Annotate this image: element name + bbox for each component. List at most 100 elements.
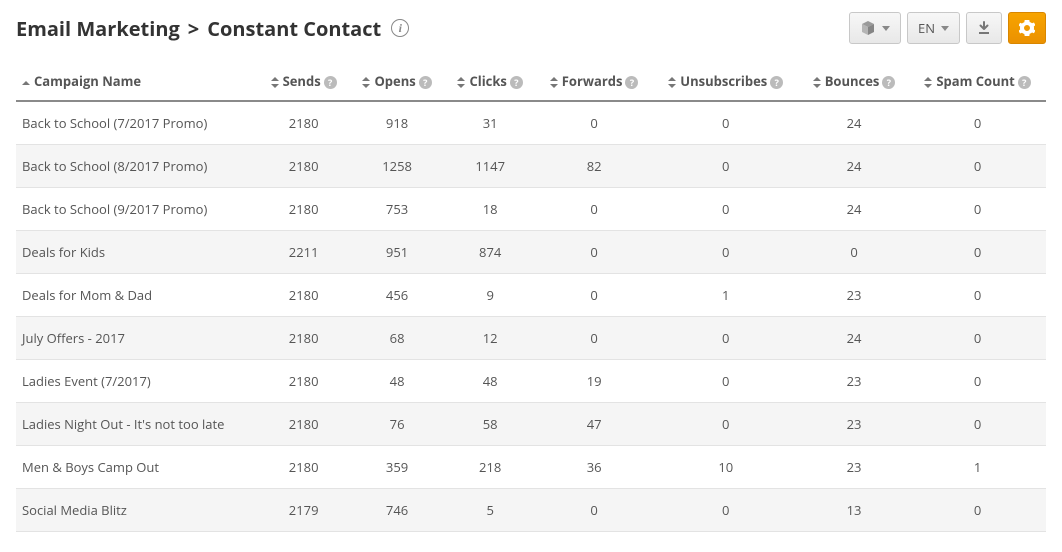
forwards-cell: 0 [536,231,653,274]
sort-icon [813,78,821,88]
spam-cell: 0 [909,360,1046,403]
column-header[interactable]: Spam Count? [909,62,1046,101]
spam-cell: 1 [909,446,1046,489]
forwards-cell: 19 [536,360,653,403]
breadcrumb-separator: > [188,15,199,42]
column-header[interactable]: Sends? [258,62,350,101]
column-header[interactable]: Forwards? [536,62,653,101]
help-icon[interactable]: ? [510,76,523,89]
download-button[interactable] [966,12,1002,44]
unsubs-cell: 0 [653,188,799,231]
spam-cell: 0 [909,145,1046,188]
clicks-cell: 31 [445,101,536,145]
table-row[interactable]: Back to School (9/2017 Promo)21807531800… [16,188,1046,231]
settings-button[interactable] [1008,12,1046,44]
sends-cell: 2179 [258,489,350,532]
column-label: Spam Count [936,72,1014,90]
caret-down-icon [941,26,949,31]
caret-down-icon [882,26,890,31]
opens-cell: 746 [349,489,444,532]
breadcrumb-current: Constant Contact [207,15,381,42]
unsubs-cell: 0 [653,489,799,532]
help-icon[interactable]: ? [770,76,783,89]
table-row[interactable]: Back to School (8/2017 Promo)21801258114… [16,145,1046,188]
opens-cell: 68 [349,317,444,360]
unsubs-cell: 10 [653,446,799,489]
unsubs-cell: 1 [653,274,799,317]
table-row[interactable]: Deals for Mom & Dad2180456901230 [16,274,1046,317]
campaign-name-cell: Back to School (7/2017 Promo) [16,101,258,145]
spam-cell: 0 [909,274,1046,317]
bounces-cell: 24 [799,317,909,360]
sort-icon [457,78,465,88]
spam-cell: 0 [909,231,1046,274]
forwards-cell: 0 [536,489,653,532]
table-row[interactable]: Ladies Night Out - It's not too late2180… [16,403,1046,446]
column-header[interactable]: Campaign Name [16,62,258,101]
campaign-name-cell: Men & Boys Camp Out [16,446,258,489]
help-icon[interactable]: ? [1018,76,1031,89]
bounces-cell: 24 [799,145,909,188]
help-icon[interactable]: ? [882,76,895,89]
clicks-cell: 12 [445,317,536,360]
forwards-cell: 47 [536,403,653,446]
opens-cell: 753 [349,188,444,231]
cube-menu-button[interactable] [849,12,901,44]
campaign-name-cell: Ladies Event (7/2017) [16,360,258,403]
sends-cell: 2180 [258,101,350,145]
help-icon[interactable]: ? [419,76,432,89]
column-header[interactable]: Opens? [349,62,444,101]
cube-icon [860,20,876,36]
clicks-cell: 48 [445,360,536,403]
forwards-cell: 0 [536,274,653,317]
opens-cell: 76 [349,403,444,446]
language-label: EN [918,19,935,37]
campaign-table: Campaign NameSends?Opens?Clicks?Forwards… [16,62,1046,532]
clicks-cell: 18 [445,188,536,231]
sort-icon [924,78,932,88]
info-icon[interactable]: i [391,19,409,37]
clicks-cell: 218 [445,446,536,489]
forwards-cell: 0 [536,101,653,145]
opens-cell: 359 [349,446,444,489]
column-label: Opens [374,72,415,90]
unsubs-cell: 0 [653,101,799,145]
help-icon[interactable]: ? [324,76,337,89]
breadcrumb: Email Marketing > Constant Contact i [16,15,409,42]
help-icon[interactable]: ? [625,76,638,89]
sends-cell: 2211 [258,231,350,274]
campaign-name-cell: Deals for Mom & Dad [16,274,258,317]
column-header[interactable]: Clicks? [445,62,536,101]
sends-cell: 2180 [258,145,350,188]
campaign-name-cell: Back to School (9/2017 Promo) [16,188,258,231]
spam-cell: 0 [909,317,1046,360]
bounces-cell: 24 [799,188,909,231]
column-header[interactable]: Unsubscribes? [653,62,799,101]
sends-cell: 2180 [258,274,350,317]
opens-cell: 1258 [349,145,444,188]
column-label: Unsubscribes [680,72,767,90]
table-row[interactable]: July Offers - 20172180681200240 [16,317,1046,360]
campaign-name-cell: Ladies Night Out - It's not too late [16,403,258,446]
table-row[interactable]: Ladies Event (7/2017)21804848190230 [16,360,1046,403]
sends-cell: 2180 [258,188,350,231]
unsubs-cell: 0 [653,403,799,446]
spam-cell: 0 [909,188,1046,231]
spam-cell: 0 [909,489,1046,532]
campaign-name-cell: July Offers - 2017 [16,317,258,360]
campaign-name-cell: Back to School (8/2017 Promo) [16,145,258,188]
breadcrumb-parent[interactable]: Email Marketing [16,15,180,42]
sends-cell: 2180 [258,360,350,403]
bounces-cell: 23 [799,274,909,317]
download-icon [977,21,991,35]
clicks-cell: 58 [445,403,536,446]
table-row[interactable]: Men & Boys Camp Out21803592183610231 [16,446,1046,489]
table-row[interactable]: Social Media Blitz2179746500130 [16,489,1046,532]
sends-cell: 2180 [258,403,350,446]
language-button[interactable]: EN [907,12,960,44]
column-header[interactable]: Bounces? [799,62,909,101]
forwards-cell: 0 [536,188,653,231]
table-row[interactable]: Back to School (7/2017 Promo)21809183100… [16,101,1046,145]
table-row[interactable]: Deals for Kids22119518740000 [16,231,1046,274]
bounces-cell: 23 [799,446,909,489]
